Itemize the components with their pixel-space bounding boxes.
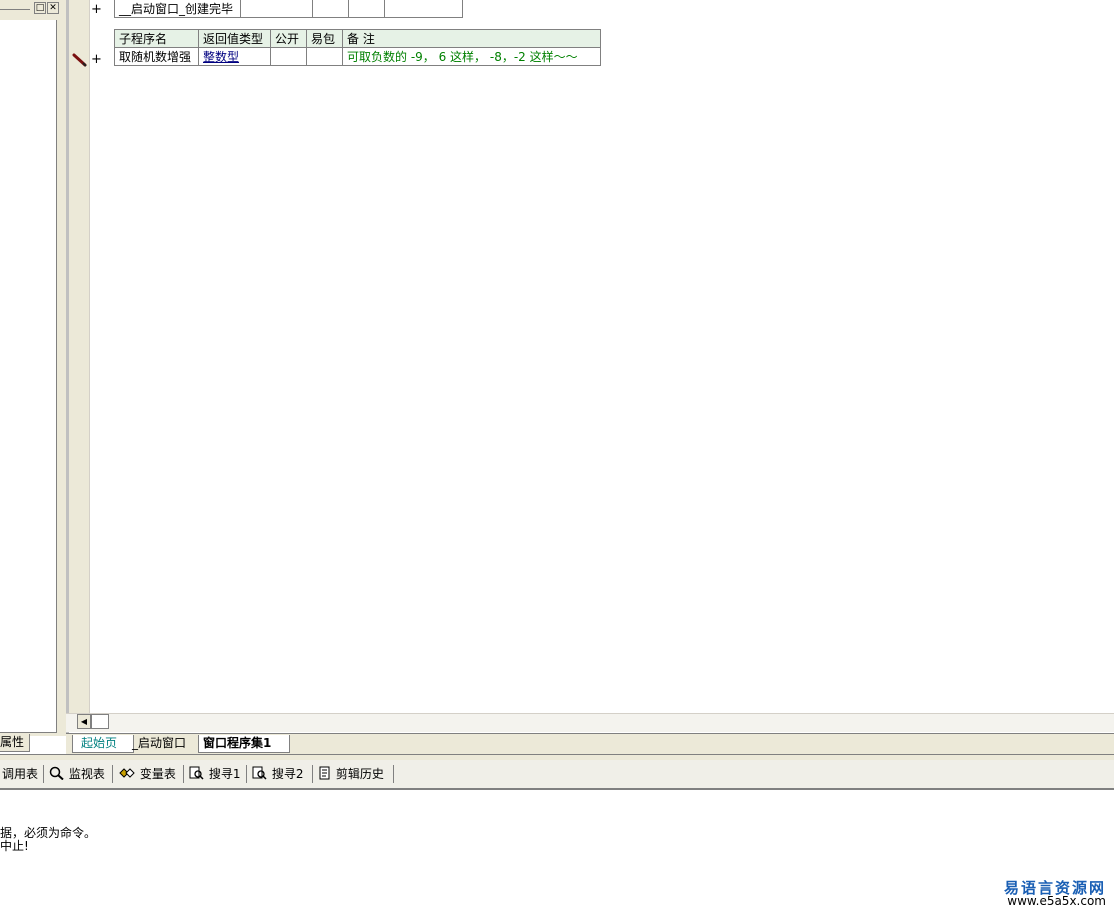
- pencil-icon: [72, 53, 87, 67]
- search2-button[interactable]: 搜寻2: [252, 765, 303, 783]
- variables-icon: [119, 768, 135, 778]
- table-cell[interactable]: [240, 0, 313, 18]
- left-panel-divider: [0, 9, 30, 10]
- subroutine-name-cell[interactable]: 取随机数增强: [114, 47, 199, 66]
- clipboard-icon: [319, 766, 330, 780]
- event-sub-name[interactable]: __启动窗口_创建完毕: [114, 0, 241, 18]
- tab-startup-window[interactable]: _启动窗口: [128, 735, 196, 752]
- column-header: 返回值类型: [198, 29, 271, 48]
- scroll-left-icon[interactable]: ◀: [77, 714, 91, 729]
- table-cell[interactable]: [384, 0, 463, 18]
- scroll-thumb[interactable]: [91, 714, 109, 729]
- return-type-cell[interactable]: 整数型: [198, 47, 271, 66]
- watermark-url: www.e5a5x.com: [1007, 894, 1106, 908]
- horizontal-scrollbar[interactable]: [66, 713, 1114, 732]
- variables-button[interactable]: 变量表: [118, 765, 176, 783]
- table-row: 取随机数增强 整数型 可取负数的 -9， 6 这样， -8，-2 这样～～: [114, 47, 601, 66]
- property-list: [0, 20, 57, 733]
- column-header: 易包: [306, 29, 343, 48]
- subroutine-table: 子程序名 返回值类型 公开 易包 备 注 取随机数增强 整数型 可取负数的 -9…: [114, 29, 601, 66]
- table-cell[interactable]: [348, 0, 385, 18]
- close-icon[interactable]: ✕: [47, 2, 59, 14]
- restore-icon[interactable]: □: [34, 2, 46, 14]
- table-row: __启动窗口_创建完毕: [114, 0, 463, 18]
- watch-button[interactable]: 监视表: [49, 765, 105, 783]
- column-header: 子程序名: [114, 29, 199, 48]
- remark-cell[interactable]: 可取负数的 -9， 6 这样， -8，-2 这样～～: [342, 47, 601, 66]
- output-line: 中止!: [0, 839, 29, 853]
- code-editor[interactable]: [90, 0, 1114, 713]
- tab-start-page[interactable]: 起始页: [72, 735, 134, 753]
- clip-history-button[interactable]: 剪辑历史: [318, 765, 384, 783]
- toolbar-divider: [183, 765, 184, 783]
- table-header-row: 子程序名 返回值类型 公开 易包 备 注: [114, 29, 601, 48]
- tab-properties[interactable]: 属性: [0, 734, 30, 752]
- event-sub-table: __启动窗口_创建完毕: [114, 0, 463, 18]
- call-table-button[interactable]: 调用表: [2, 765, 38, 783]
- expand-icon[interactable]: +: [91, 53, 102, 67]
- package-cell[interactable]: [306, 47, 343, 66]
- tab-window-assembly[interactable]: 窗口程序集1: [198, 735, 290, 753]
- public-cell[interactable]: [270, 47, 307, 66]
- toolbar-divider: [112, 765, 113, 783]
- column-header: 备 注: [342, 29, 601, 48]
- tab-properties-label: 属性: [0, 735, 25, 749]
- search1-button[interactable]: 搜寻1: [189, 765, 240, 783]
- toolbar-divider: [312, 765, 313, 783]
- table-cell[interactable]: [312, 0, 349, 18]
- toolbar-divider: [393, 765, 394, 783]
- toolbar-divider: [43, 765, 44, 783]
- output-panel: [0, 790, 1114, 914]
- toolbar-divider: [246, 765, 247, 783]
- column-header: 公开: [270, 29, 307, 48]
- magnifier-icon: [49, 766, 64, 781]
- search-icon: [189, 766, 204, 780]
- editor-gutter: [69, 0, 90, 713]
- expand-icon[interactable]: +: [91, 3, 102, 17]
- search-icon: [252, 766, 267, 780]
